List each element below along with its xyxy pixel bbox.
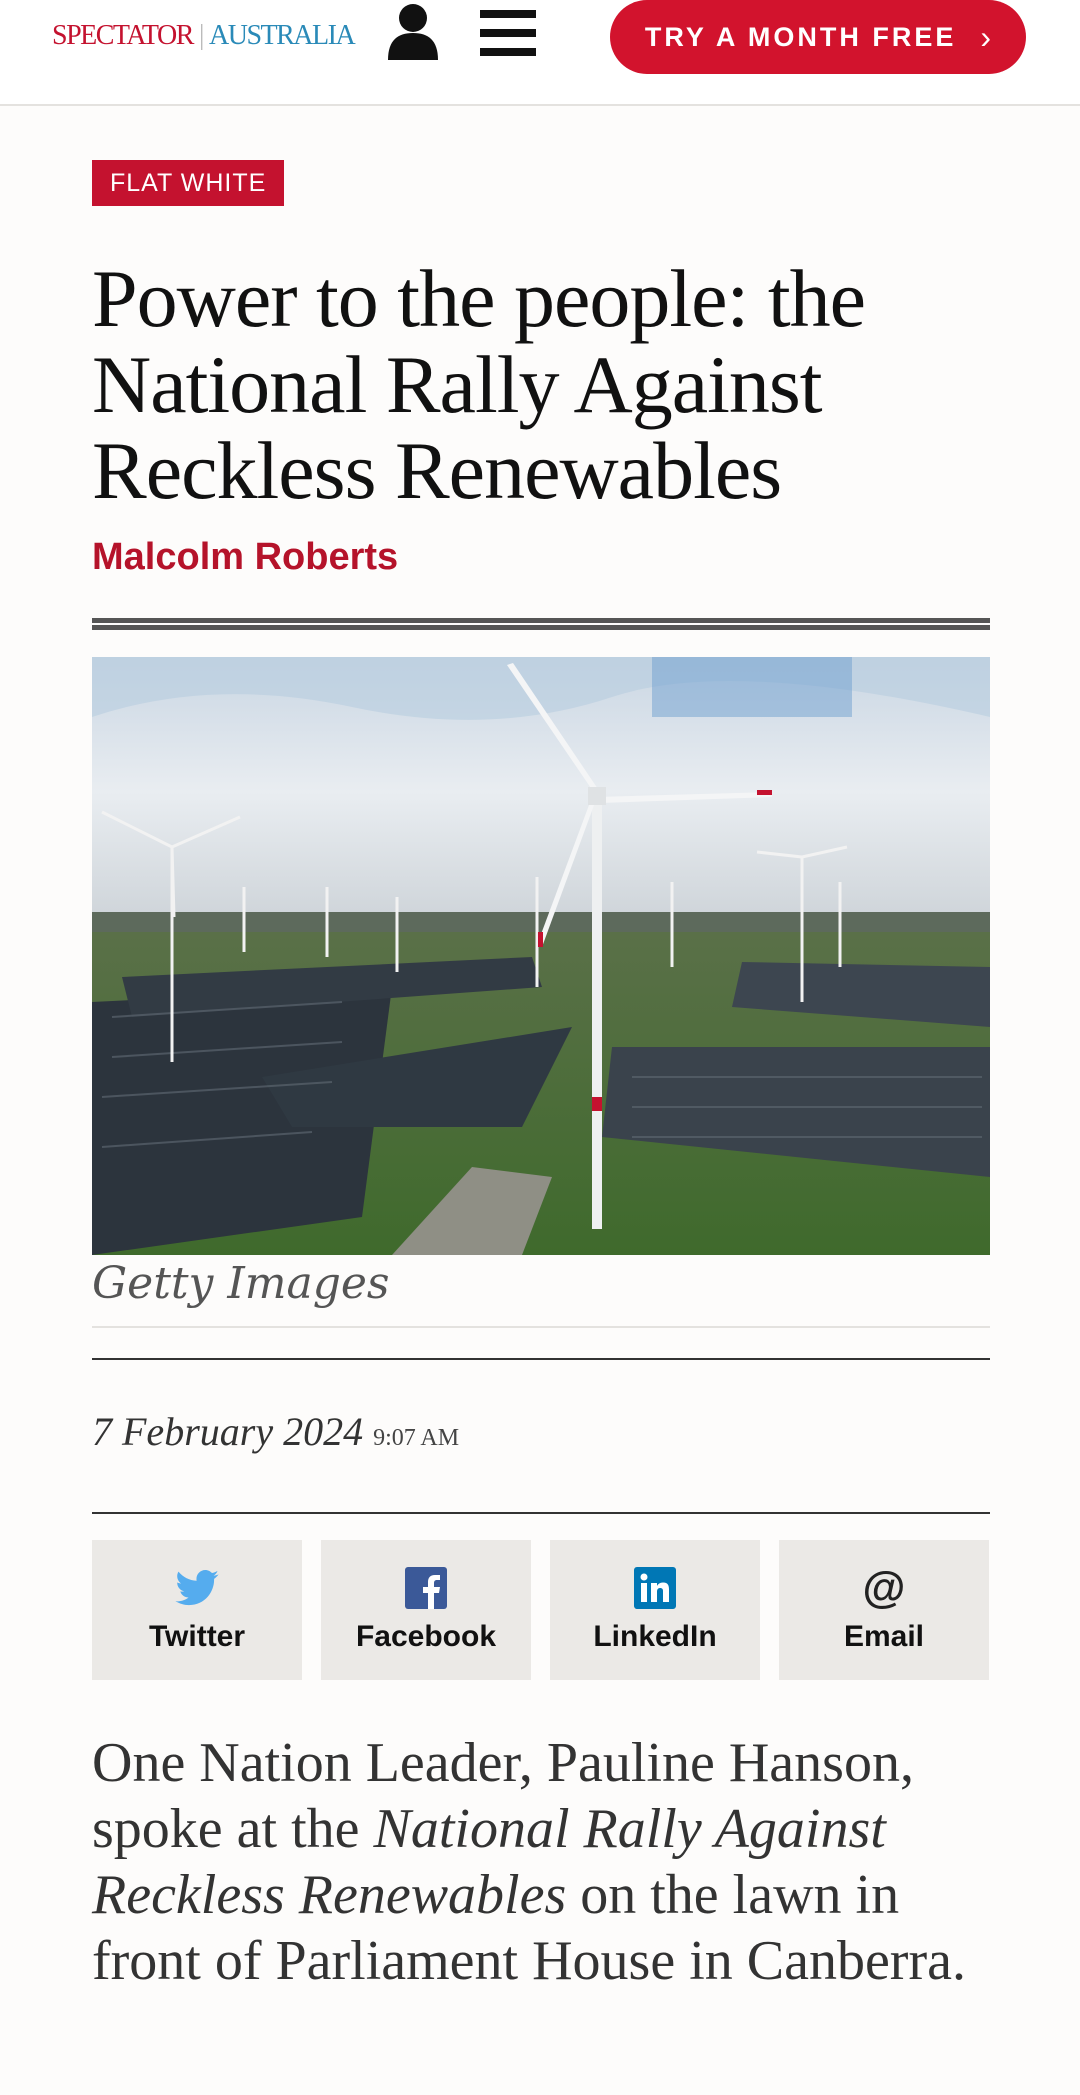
chevron-right-icon: › [980,18,992,55]
logo-australia: AUSTRALIA [209,20,356,51]
cta-label: TRY A MONTH FREE [644,21,957,52]
twitter-icon [175,1566,219,1610]
caption-divider [92,1326,990,1328]
share-twitter-button[interactable]: Twitter [92,1540,302,1680]
article-title: Power to the people: the National Rally … [92,253,866,516]
try-month-free-button[interactable]: TRY A MONTH FREE › [610,0,1026,74]
article-hero-image [92,657,990,1255]
article-body-paragraph: One Nation Leader, Pauline Hanson, spoke… [92,1730,1012,1994]
share-facebook-button[interactable]: Facebook [321,1540,531,1680]
author-link[interactable]: Malcolm Roberts [92,536,398,579]
share-label: Email [843,1620,925,1653]
facebook-icon [404,1566,448,1610]
date-bottom-divider [92,1512,990,1514]
share-email-button[interactable]: @ Email [779,1540,989,1680]
publish-dateline: 7 February 2024 9:07 AM [92,1408,459,1455]
publish-time: 9:07 AM [373,1425,460,1451]
double-divider [92,618,990,630]
logo-spectator: SPECTATOR [52,20,194,51]
site-logo[interactable]: SPECTATOR | AUSTRALIA [52,20,356,52]
publish-date: 7 February 2024 [92,1409,364,1454]
user-icon[interactable] [386,2,440,60]
date-top-divider [92,1358,990,1360]
image-caption: Getty Images [92,1258,390,1309]
share-linkedin-button[interactable]: LinkedIn [550,1540,760,1680]
hamburger-menu-icon[interactable] [480,10,536,56]
linkedin-icon [633,1566,677,1610]
logo-separator: | [198,20,205,51]
share-label: LinkedIn [593,1620,717,1653]
share-label: Twitter [148,1620,246,1653]
section-tag[interactable]: FLAT WHITE [92,160,285,206]
top-nav-bar: SPECTATOR | AUSTRALIA TRY A MONTH FREE › [0,0,1080,106]
share-label: Facebook [355,1620,497,1653]
at-sign-icon: @ [862,1563,906,1612]
